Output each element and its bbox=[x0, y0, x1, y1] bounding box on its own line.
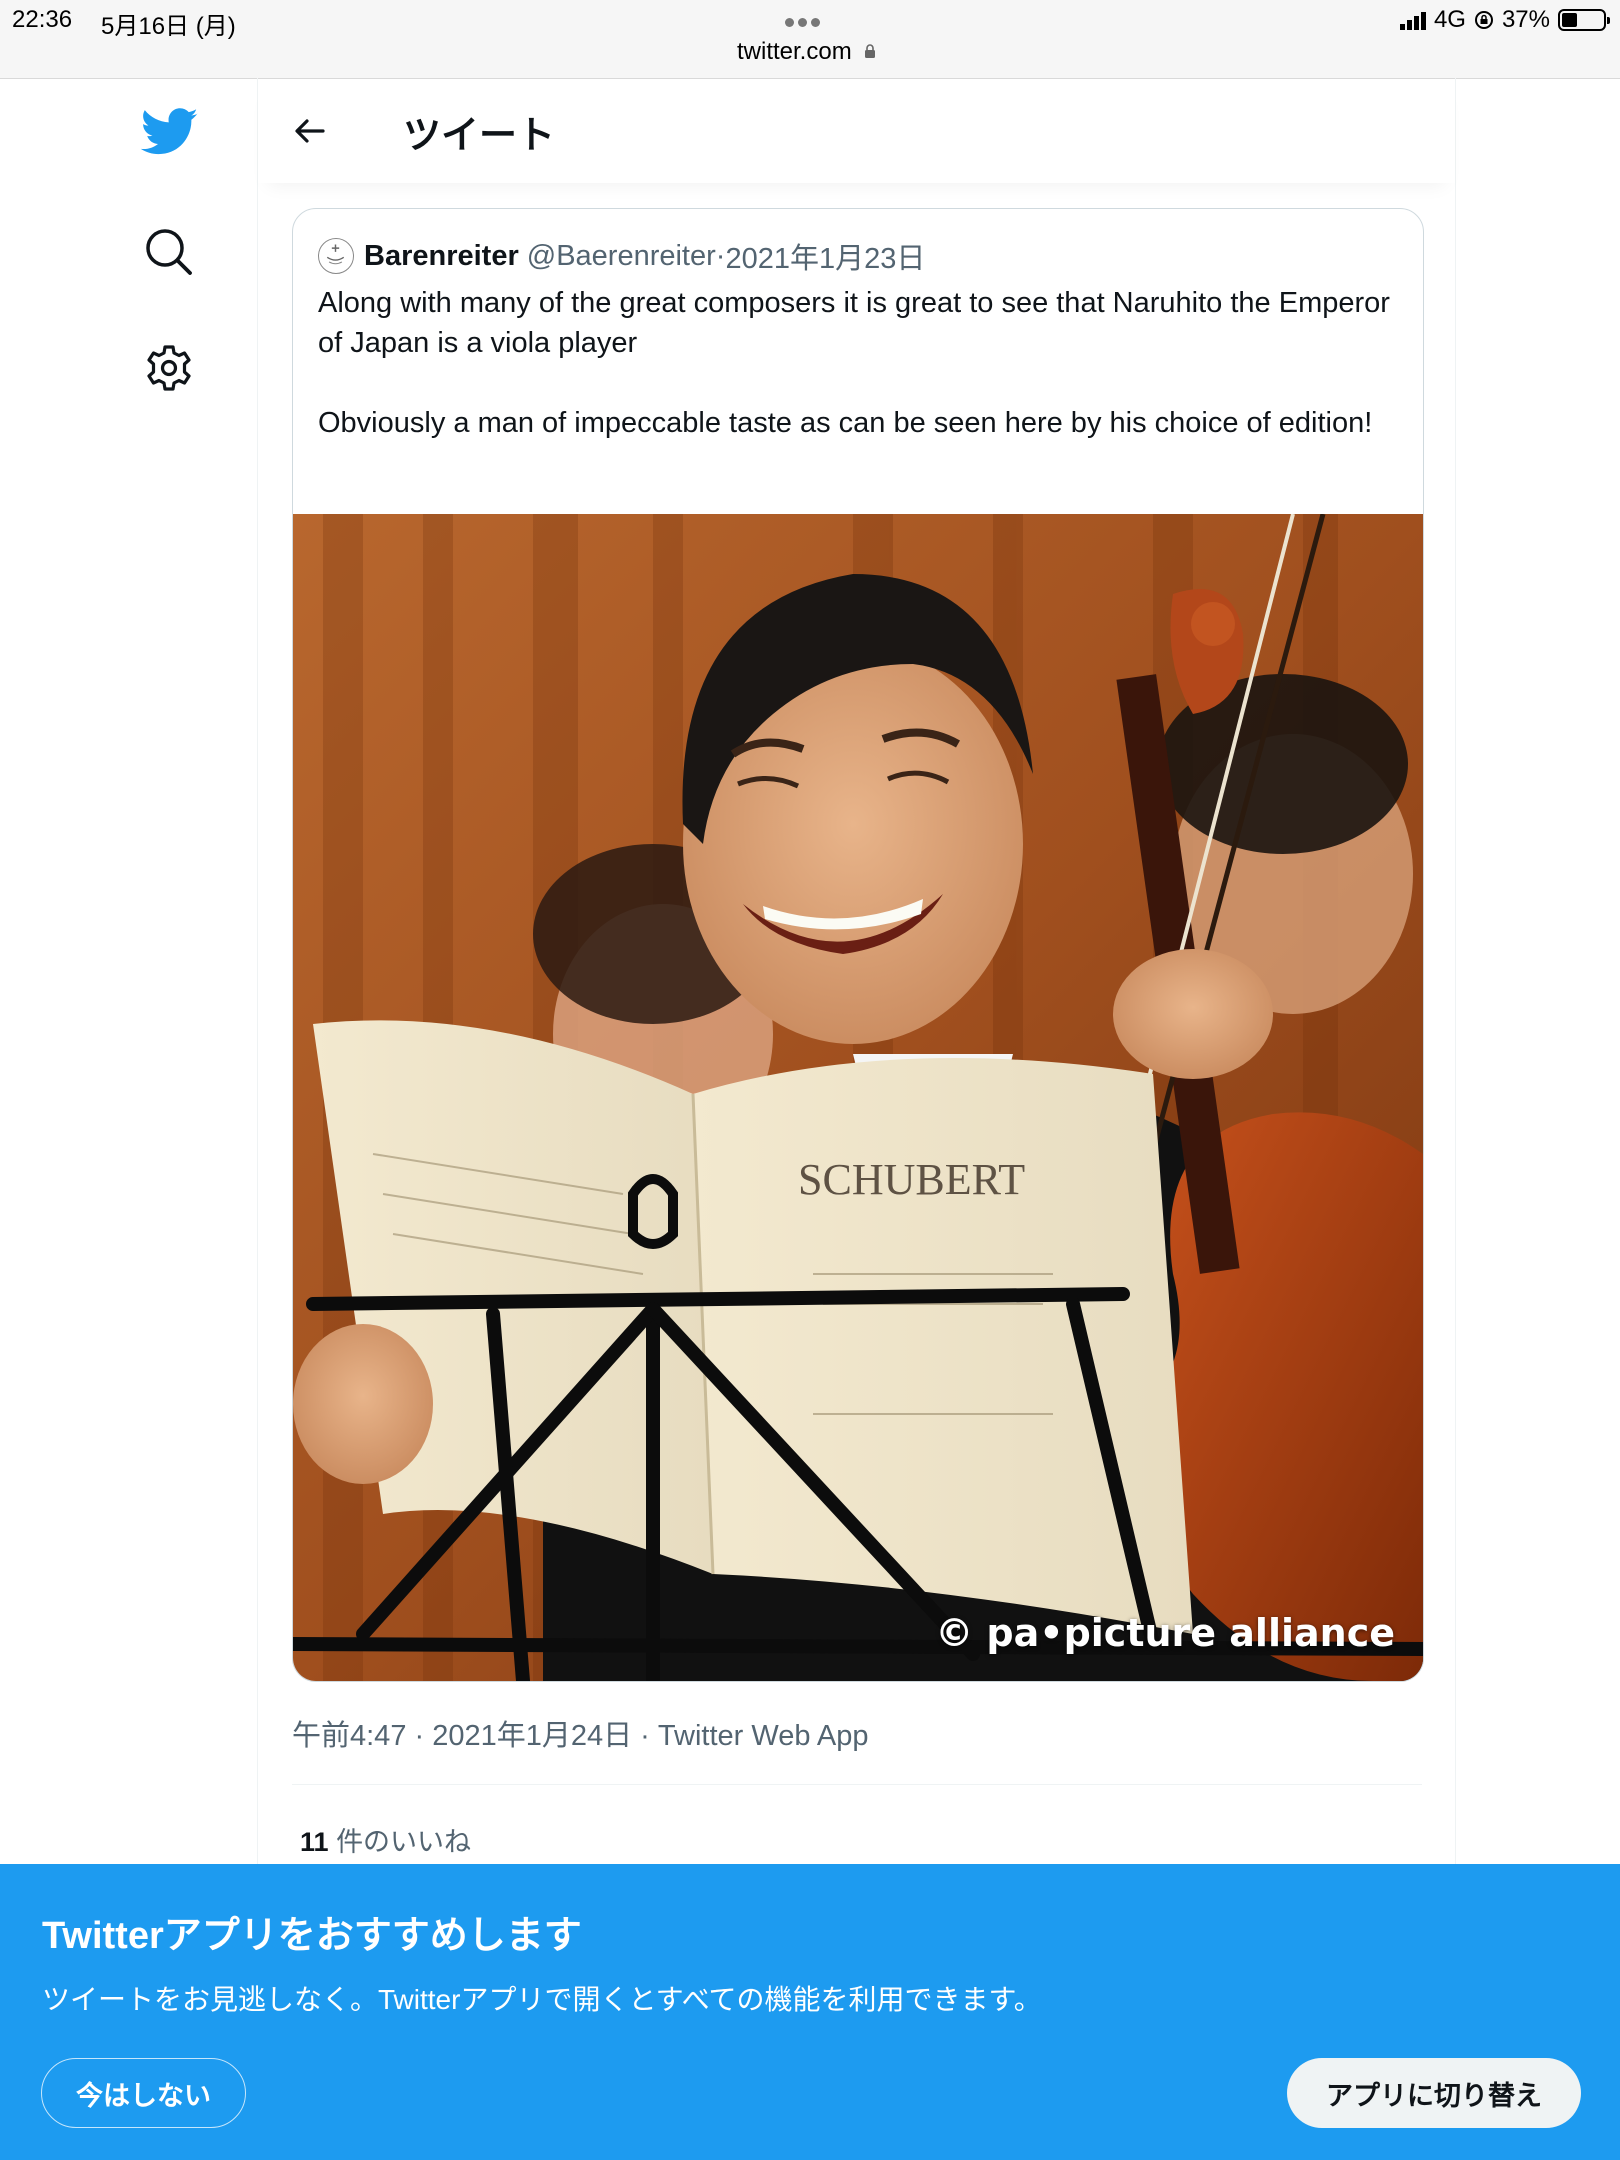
tweet-date[interactable]: 2021年1月23日 bbox=[725, 235, 925, 277]
back-arrow-icon[interactable] bbox=[293, 114, 327, 148]
more-dots-icon[interactable] bbox=[785, 14, 830, 30]
twitter-bird-icon[interactable] bbox=[141, 108, 199, 156]
tweet-meta: 午前4:47 · 2021年1月24日 · Twitter Web App bbox=[292, 1720, 869, 1752]
sheet-title: SCHUBERT bbox=[798, 1155, 1025, 1204]
photo-watermark: © pa•picture alliance bbox=[935, 1611, 1395, 1655]
network-type: 4G bbox=[1433, 6, 1466, 33]
likes-number: 11 bbox=[300, 1827, 329, 1857]
avatar[interactable] bbox=[318, 238, 354, 274]
status-date: 5月16日 (月) bbox=[101, 13, 236, 40]
status-right: 4G 37% bbox=[1399, 6, 1610, 34]
author-name[interactable]: Barenreiter bbox=[364, 240, 519, 273]
quoted-tweet-header: Barenreiter @Baerenreiter · 2021年1月23日 bbox=[318, 235, 925, 277]
switch-to-app-button[interactable]: アプリに切り替え bbox=[1287, 2058, 1581, 2128]
battery-icon bbox=[1558, 9, 1610, 31]
banner-title: Twitterアプリをおすすめします bbox=[42, 1915, 582, 1957]
status-time: 22:36 bbox=[12, 6, 73, 33]
column-border bbox=[1455, 78, 1456, 1868]
gear-icon[interactable] bbox=[145, 344, 193, 392]
search-icon[interactable] bbox=[145, 228, 193, 276]
banner-description: ツイートをお見逃しなく。Twitterアプリで開くとすべての機能を利用できます。 bbox=[42, 1984, 1042, 2015]
left-nav bbox=[0, 78, 258, 1868]
status-bar: 22:36 5月16日 (月) twitter.com 4G 37% bbox=[0, 0, 1620, 79]
app-promo-banner: Twitterアプリをおすすめします ツイートをお見逃しなく。Twitterアプ… bbox=[0, 1864, 1620, 2160]
tweet-photo[interactable]: SCHUBERT © pa•picture alliance bbox=[293, 514, 1423, 1681]
author-handle[interactable]: @Baerenreiter bbox=[527, 240, 716, 273]
separator: · bbox=[715, 239, 726, 272]
orientation-lock-icon bbox=[1474, 11, 1493, 29]
page-header: ツイート bbox=[258, 78, 1455, 183]
dismiss-button[interactable]: 今はしない bbox=[41, 2058, 246, 2128]
likes-count[interactable]: 11 件のいいね bbox=[300, 1820, 471, 1859]
battery-percent: 37% bbox=[1501, 6, 1550, 33]
signal-icon bbox=[1399, 10, 1426, 30]
divider bbox=[292, 1784, 1422, 1785]
tweet-text: Along with many of the great composers i… bbox=[318, 287, 1390, 439]
lock-icon bbox=[865, 44, 875, 58]
likes-label: 件のいいね bbox=[336, 1827, 472, 1857]
page-title: ツイート bbox=[403, 115, 556, 157]
address-url[interactable]: twitter.com bbox=[737, 38, 852, 66]
quoted-tweet-card[interactable]: Barenreiter @Baerenreiter · 2021年1月23日 A… bbox=[292, 208, 1424, 1682]
